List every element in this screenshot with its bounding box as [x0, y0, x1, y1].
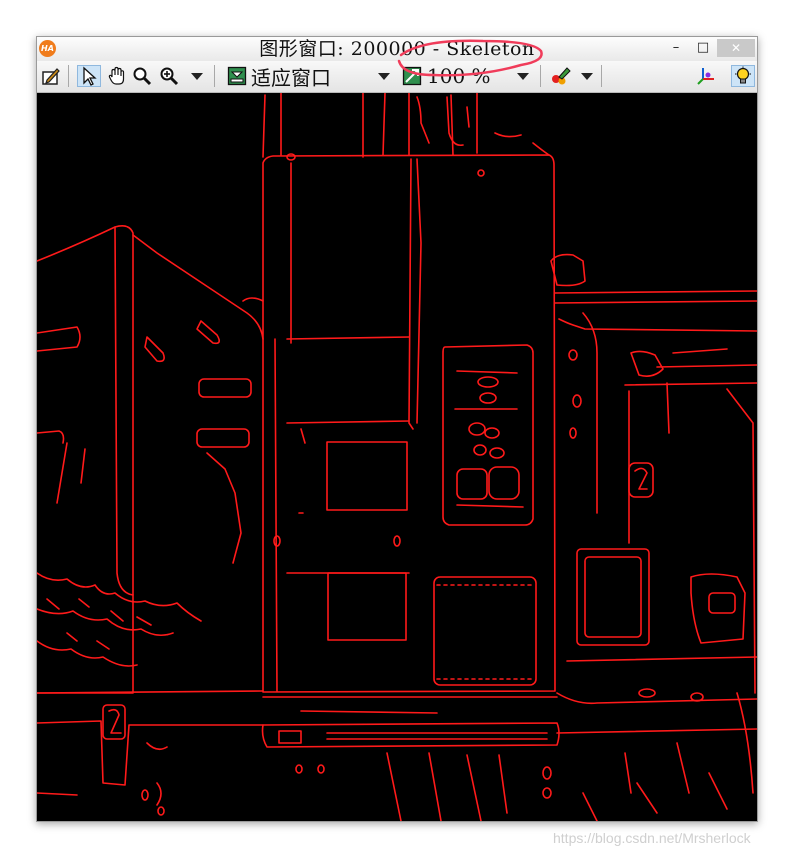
- watermark: https://blog.csdn.net/Mrsherlock: [553, 830, 751, 846]
- zoom-in-icon[interactable]: [157, 65, 181, 87]
- pointer-icon[interactable]: [77, 65, 101, 87]
- toolbar: 适应窗口 100 %: [37, 61, 757, 93]
- maximize-button[interactable]: □: [692, 39, 714, 57]
- image-canvas[interactable]: [37, 93, 757, 821]
- minimize-button[interactable]: –: [665, 39, 687, 57]
- zoom-icon[interactable]: [131, 65, 153, 87]
- toolbar-separator: [601, 65, 602, 87]
- window-title: 图形窗口: 200000 - Skeleton: [259, 38, 535, 60]
- dropdown-arrow-icon[interactable]: [513, 65, 533, 87]
- graphics-window: HA 图形窗口: 200000 - Skeleton – □ ✕ 适应窗口 10…: [36, 36, 758, 822]
- hand-icon[interactable]: [105, 65, 129, 87]
- edit-icon[interactable]: [40, 65, 62, 87]
- close-button[interactable]: ✕: [717, 39, 755, 57]
- fit-window-icon[interactable]: [225, 65, 249, 87]
- color-tool-icon[interactable]: [549, 65, 573, 87]
- zoom-value[interactable]: 100 %: [427, 64, 509, 88]
- axes-icon[interactable]: [694, 65, 718, 87]
- toolbar-separator: [214, 65, 215, 87]
- dropdown-arrow-icon[interactable]: [187, 65, 207, 87]
- toolbar-separator: [68, 65, 69, 87]
- lightbulb-icon[interactable]: [731, 65, 755, 87]
- edge-skeleton-image: [37, 93, 757, 821]
- dropdown-arrow-icon[interactable]: [577, 65, 597, 87]
- fit-window-label[interactable]: 适应窗口: [251, 65, 347, 90]
- toolbar-separator: [540, 65, 541, 87]
- zoom-percent-icon[interactable]: [401, 65, 423, 87]
- title-bar[interactable]: HA 图形窗口: 200000 - Skeleton – □ ✕: [37, 37, 757, 61]
- dropdown-arrow-icon[interactable]: [374, 65, 394, 87]
